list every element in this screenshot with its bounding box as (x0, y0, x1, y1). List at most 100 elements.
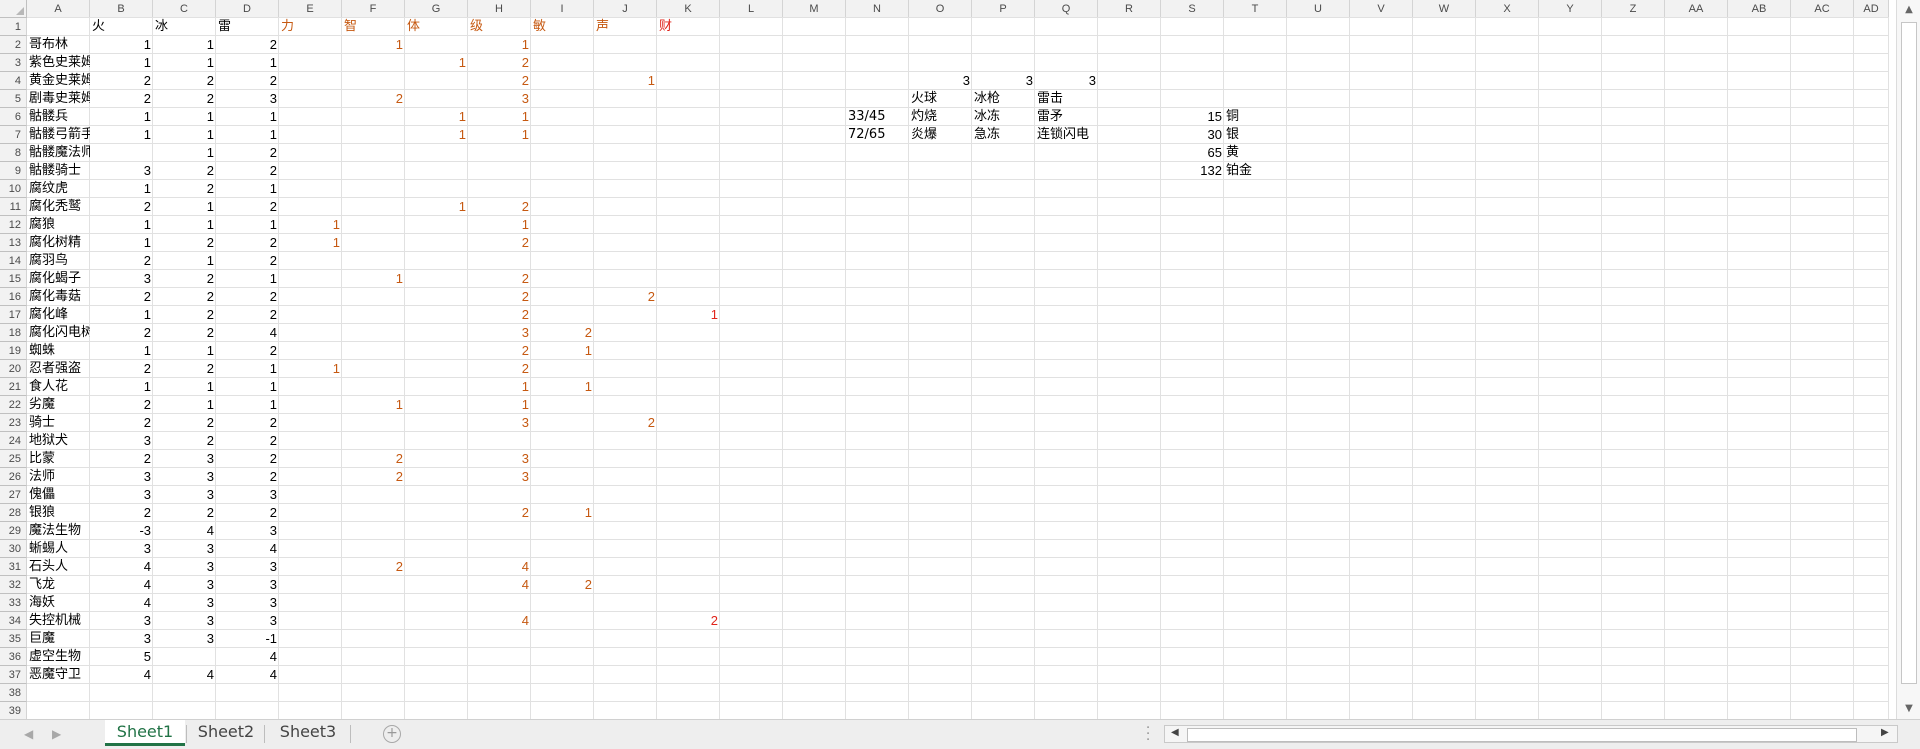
row-header-21[interactable]: 21 (0, 378, 27, 396)
stat-cell[interactable]: 2 (594, 288, 657, 306)
stat-cell[interactable]: 2 (216, 468, 279, 486)
monster-name-cell[interactable]: 腐羽鸟 (27, 252, 90, 270)
header-cell-c[interactable]: 冰 (153, 18, 216, 36)
stat-cell[interactable]: 1 (153, 108, 216, 126)
stat-cell[interactable]: 2 (90, 72, 153, 90)
currency-value-cell[interactable]: 15 (1161, 108, 1224, 126)
stat-cell[interactable]: 4 (216, 324, 279, 342)
stat-cell[interactable]: 1 (216, 396, 279, 414)
stat-cell[interactable]: 1 (216, 108, 279, 126)
row-header-20[interactable]: 20 (0, 360, 27, 378)
stat-cell[interactable]: 1 (657, 306, 720, 324)
tab-sheet1[interactable]: Sheet1 (105, 720, 185, 746)
stat-cell[interactable]: 2 (216, 252, 279, 270)
stat-cell[interactable]: 1 (216, 360, 279, 378)
stat-cell[interactable]: 2 (342, 450, 405, 468)
column-header-j[interactable]: J (594, 0, 657, 18)
side-cell-p6[interactable]: 冰冻 (972, 108, 1035, 126)
stat-cell[interactable]: 2 (216, 234, 279, 252)
stat-cell[interactable]: 2 (468, 54, 531, 72)
monster-name-cell[interactable]: 忍者强盗 (27, 360, 90, 378)
stat-cell[interactable]: 1 (531, 342, 594, 360)
side-cell-p4[interactable]: 3 (972, 72, 1035, 90)
column-header-ab[interactable]: AB (1728, 0, 1791, 18)
stat-cell[interactable]: 1 (90, 342, 153, 360)
row-header-27[interactable]: 27 (0, 486, 27, 504)
column-header-w[interactable]: W (1413, 0, 1476, 18)
stat-cell[interactable]: -3 (90, 522, 153, 540)
row-header-3[interactable]: 3 (0, 54, 27, 72)
tab-sheet2[interactable]: Sheet2 (190, 720, 262, 746)
row-header-23[interactable]: 23 (0, 414, 27, 432)
side-cell-o5[interactable]: 火球 (909, 90, 972, 108)
stat-cell[interactable]: 3 (216, 486, 279, 504)
row-header-30[interactable]: 30 (0, 540, 27, 558)
stat-cell[interactable]: 2 (153, 180, 216, 198)
side-cell-q5[interactable]: 雷击 (1035, 90, 1161, 108)
stat-cell[interactable]: 4 (468, 612, 531, 630)
currency-name-cell[interactable]: 铜 (1224, 108, 1287, 126)
stat-cell[interactable]: 2 (153, 432, 216, 450)
stat-cell[interactable]: 2 (216, 504, 279, 522)
header-cell-d[interactable]: 雷 (216, 18, 279, 36)
vertical-scrollbar[interactable]: ▲ ▼ (1896, 0, 1920, 719)
stat-cell[interactable]: 2 (90, 252, 153, 270)
stat-cell[interactable]: 2 (594, 414, 657, 432)
stat-cell[interactable]: 2 (153, 270, 216, 288)
side-cell-p5[interactable]: 冰枪 (972, 90, 1035, 108)
monster-name-cell[interactable]: 骑士 (27, 414, 90, 432)
stat-cell[interactable]: 2 (90, 360, 153, 378)
row-header-25[interactable]: 25 (0, 450, 27, 468)
scroll-right-icon[interactable]: ▶ (1881, 727, 1889, 738)
monster-name-cell[interactable]: 地狱犬 (27, 432, 90, 450)
monster-name-cell[interactable]: 腐化峰 (27, 306, 90, 324)
horizontal-scroll-thumb[interactable] (1187, 728, 1857, 742)
stat-cell[interactable]: 1 (216, 378, 279, 396)
column-header-g[interactable]: G (405, 0, 468, 18)
monster-name-cell[interactable]: 腐化闪电树 (27, 324, 90, 342)
scroll-left-icon[interactable]: ◀ (1171, 727, 1179, 738)
column-header-n[interactable]: N (846, 0, 909, 18)
side-cell-p7[interactable]: 急冻 (972, 126, 1035, 144)
column-header-h[interactable]: H (468, 0, 531, 18)
stat-cell[interactable]: 2 (153, 288, 216, 306)
row-header-39[interactable]: 39 (0, 702, 27, 719)
select-all-corner[interactable] (0, 0, 27, 18)
row-header-15[interactable]: 15 (0, 270, 27, 288)
stat-cell[interactable]: 3 (216, 522, 279, 540)
row-header-12[interactable]: 12 (0, 216, 27, 234)
stat-cell[interactable]: 1 (90, 378, 153, 396)
header-cell-k[interactable]: 财 (657, 18, 720, 36)
column-header-d[interactable]: D (216, 0, 279, 18)
stat-cell[interactable]: 1 (153, 144, 216, 162)
row-header-10[interactable]: 10 (0, 180, 27, 198)
monster-name-cell[interactable]: 海妖 (27, 594, 90, 612)
stat-cell[interactable]: 4 (216, 540, 279, 558)
column-header-y[interactable]: Y (1539, 0, 1602, 18)
row-header-8[interactable]: 8 (0, 144, 27, 162)
stat-cell[interactable]: 1 (90, 108, 153, 126)
stat-cell[interactable]: 2 (90, 414, 153, 432)
stat-cell[interactable]: 2 (153, 90, 216, 108)
monster-name-cell[interactable]: 比蒙 (27, 450, 90, 468)
column-header-t[interactable]: T (1224, 0, 1287, 18)
stat-cell[interactable]: 3 (90, 162, 153, 180)
stat-cell[interactable]: 2 (468, 360, 531, 378)
side-cell-o6[interactable]: 灼烧 (909, 108, 972, 126)
stat-cell[interactable]: 3 (216, 576, 279, 594)
stat-cell[interactable]: 1 (90, 180, 153, 198)
stat-cell[interactable]: 3 (216, 90, 279, 108)
stat-cell[interactable]: 3 (153, 540, 216, 558)
first-sheet-arrow-icon[interactable]: ◀ (24, 727, 33, 741)
stat-cell[interactable]: 1 (531, 378, 594, 396)
stat-cell[interactable]: 1 (594, 72, 657, 90)
column-header-i[interactable]: I (531, 0, 594, 18)
stat-cell[interactable]: 3 (90, 468, 153, 486)
stat-cell[interactable]: 1 (342, 396, 405, 414)
row-header-13[interactable]: 13 (0, 234, 27, 252)
side-cell-q7[interactable]: 连锁闪电 (1035, 126, 1161, 144)
stat-cell[interactable]: 2 (153, 234, 216, 252)
stat-cell[interactable]: 2 (90, 198, 153, 216)
stat-cell[interactable]: 3 (216, 594, 279, 612)
stat-cell[interactable]: 1 (90, 216, 153, 234)
